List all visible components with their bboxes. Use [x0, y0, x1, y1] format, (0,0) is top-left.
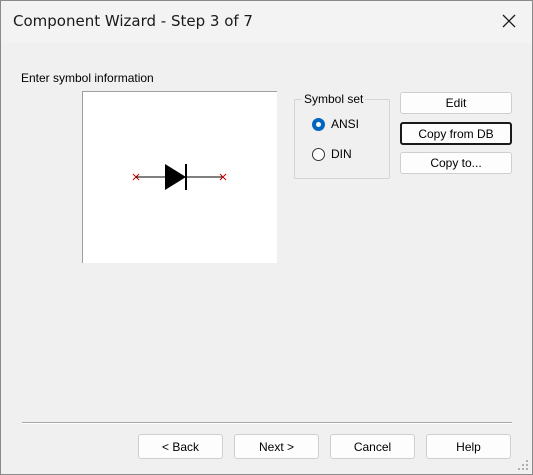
close-icon: [502, 14, 516, 28]
next-button[interactable]: Next >: [234, 434, 319, 459]
symbol-set-legend: Symbol set: [302, 92, 366, 106]
title-bar[interactable]: Component Wizard - Step 3 of 7: [1, 1, 532, 43]
edit-button-label: Edit: [445, 96, 467, 110]
section-label: Enter symbol information: [21, 71, 154, 85]
close-button[interactable]: [488, 1, 532, 43]
radio-din-label: DIN: [331, 147, 352, 161]
resize-grip-icon[interactable]: [518, 460, 529, 471]
radio-ansi-label: ANSI: [331, 117, 360, 131]
radio-ansi[interactable]: ANSI: [312, 115, 387, 133]
radio-din[interactable]: DIN: [312, 145, 387, 163]
copy-to-button[interactable]: Copy to...: [400, 152, 512, 174]
cancel-button-label: Cancel: [353, 439, 392, 454]
symbol-preview: [82, 91, 277, 263]
back-button[interactable]: < Back: [138, 434, 223, 459]
diode-body: [165, 164, 186, 190]
back-button-label: < Back: [161, 439, 200, 454]
help-button-label: Help: [456, 439, 481, 454]
next-button-label: Next >: [258, 439, 294, 454]
component-wizard-dialog: Component Wizard - Step 3 of 7 Enter sym…: [0, 0, 533, 475]
window-title: Component Wizard - Step 3 of 7: [13, 12, 253, 30]
footer-separator: [22, 422, 512, 424]
diode-symbol: [132, 164, 227, 190]
copy-to-button-label: Copy to...: [430, 156, 482, 170]
radio-din-indicator[interactable]: [312, 147, 325, 161]
copy-from-db-button[interactable]: Copy from DB: [400, 122, 512, 145]
cancel-button[interactable]: Cancel: [330, 434, 415, 459]
edit-button[interactable]: Edit: [400, 92, 512, 114]
radio-ansi-indicator[interactable]: [312, 117, 325, 131]
copy-from-db-button-label: Copy from DB: [418, 126, 494, 141]
symbol-set-group: [294, 99, 390, 179]
help-button[interactable]: Help: [426, 434, 511, 459]
